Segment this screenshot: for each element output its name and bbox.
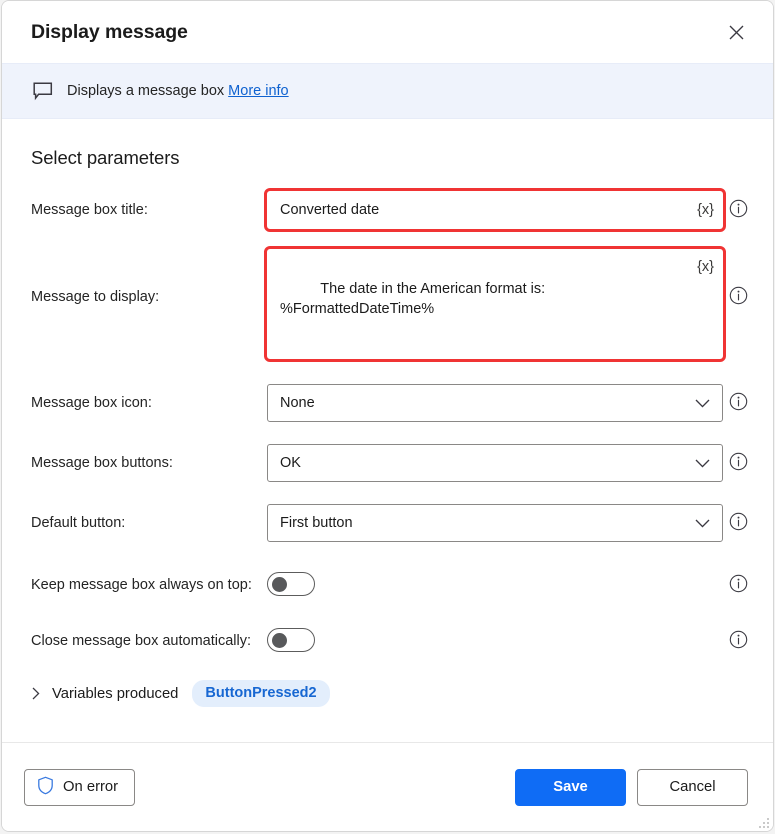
field-label: Message box buttons:	[31, 455, 173, 471]
variables-produced-row[interactable]: Variables produced ButtonPressed2	[2, 680, 773, 707]
field-default-button: Default button: First button	[2, 504, 773, 542]
resize-grip[interactable]	[757, 816, 769, 828]
toggle-knob	[272, 632, 287, 648]
banner-text: Displays a message box	[67, 83, 225, 99]
page-title: Display message	[31, 20, 188, 43]
field-label: Close message box automatically:	[31, 633, 252, 649]
display-message-dialog: Display message Displays a message box M…	[1, 0, 774, 832]
variable-picker-icon[interactable]: {x}	[697, 201, 714, 219]
chevron-down-icon	[695, 459, 710, 468]
dialog-footer: On error Save Cancel	[2, 743, 773, 831]
close-icon	[729, 25, 744, 40]
field-label: Message to display:	[31, 289, 160, 305]
variable-chip-buttonpressed2[interactable]: ButtonPressed2	[192, 680, 330, 707]
message-box-icon-dropdown[interactable]: None	[267, 384, 723, 422]
cancel-label: Cancel	[669, 779, 716, 795]
info-icon[interactable]	[723, 622, 753, 649]
field-message-box-icon: Message box icon: None	[2, 384, 773, 422]
save-button[interactable]: Save	[515, 768, 626, 806]
message-to-display-input[interactable]: The date in the American format is: %For…	[264, 246, 726, 362]
field-message-to-display: Message to display: The date in the Amer…	[2, 246, 773, 362]
close-automatically-toggle[interactable]	[267, 628, 315, 652]
dropdown-value: First button	[280, 515, 353, 531]
toggle-knob	[272, 576, 287, 592]
field-keep-always-on-top: Keep message box always on top:	[2, 566, 773, 596]
description-banner: Displays a message box More info	[2, 63, 773, 119]
chevron-right-icon[interactable]	[32, 687, 50, 700]
message-box-title-input[interactable]: Converted date {x}	[264, 188, 726, 232]
save-label: Save	[553, 779, 588, 795]
cancel-button[interactable]: Cancel	[637, 768, 748, 806]
message-box-buttons-dropdown[interactable]: OK	[267, 444, 723, 482]
close-button[interactable]	[713, 9, 759, 55]
field-label: Message box icon:	[31, 395, 152, 411]
info-icon[interactable]	[723, 566, 753, 593]
info-icon[interactable]	[723, 504, 753, 531]
field-label: Keep message box always on top:	[31, 577, 252, 593]
variable-picker-icon[interactable]: {x}	[697, 258, 714, 276]
info-icon[interactable]	[723, 191, 753, 218]
field-label: Default button:	[31, 515, 126, 531]
dropdown-value: None	[280, 395, 315, 411]
input-value: The date in the American format is: %For…	[280, 281, 546, 317]
message-bubble-icon	[31, 79, 55, 103]
on-error-label: On error	[63, 779, 119, 795]
variables-produced-label: Variables produced	[52, 685, 179, 702]
more-info-link[interactable]: More info	[228, 83, 288, 99]
chevron-down-icon	[695, 399, 710, 408]
on-error-button[interactable]: On error	[24, 768, 136, 806]
keep-always-on-top-toggle[interactable]	[267, 572, 315, 596]
chevron-down-icon	[695, 519, 710, 528]
parameters-panel: Select parameters Message box title: Con…	[2, 119, 773, 742]
dropdown-value: OK	[280, 455, 301, 471]
section-title: Select parameters	[31, 147, 180, 168]
info-icon[interactable]	[723, 249, 753, 305]
shield-icon	[37, 776, 54, 799]
field-message-box-buttons: Message box buttons: OK	[2, 444, 773, 482]
input-value: Converted date	[280, 202, 380, 218]
info-icon[interactable]	[723, 444, 753, 471]
field-close-automatically: Close message box automatically:	[2, 622, 773, 652]
default-button-dropdown[interactable]: First button	[267, 504, 723, 542]
field-label: Message box title:	[31, 202, 148, 218]
info-icon[interactable]	[723, 384, 753, 411]
field-message-box-title: Message box title: Converted date {x}	[2, 188, 773, 232]
dialog-titlebar: Display message	[2, 1, 773, 63]
